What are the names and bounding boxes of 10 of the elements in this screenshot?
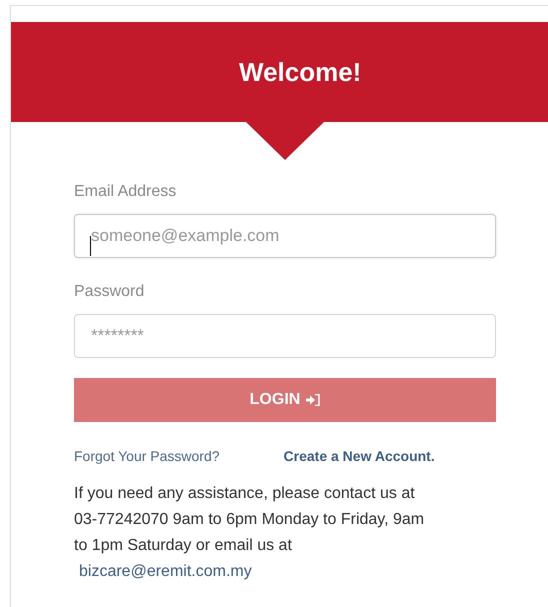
password-field[interactable]: ******** [74, 314, 496, 358]
sign-in-icon [306, 394, 320, 406]
create-account-link[interactable]: Create a New Account. [284, 446, 435, 467]
email-link[interactable]: bizcare@eremit.com.my [79, 559, 252, 585]
assistance-text: If you need any assistance, please contact us at 03-77242070 9am to 6pm Monday to Friday, 9am to 1pm Saturday or email us at bizcare@eremit.com.my [74, 481, 514, 585]
email-field[interactable]: someone@example.com [74, 214, 496, 258]
field-label: Password [74, 282, 146, 302]
field-label: Email Address [74, 182, 178, 202]
welcome-title: Welcome! [239, 56, 362, 88]
forgot-password-link[interactable]: Forgot Your Password? [74, 446, 220, 467]
